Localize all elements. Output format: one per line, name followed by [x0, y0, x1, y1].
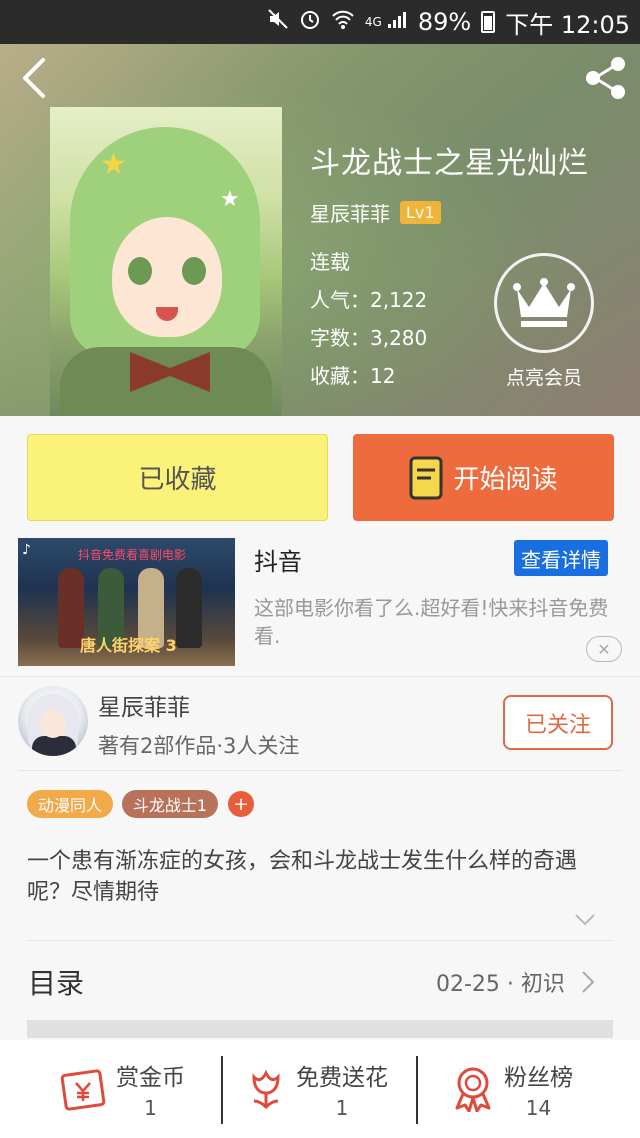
reward-coin-count: 1	[144, 1096, 157, 1120]
section-separator	[27, 1020, 613, 1038]
popularity: 人气：2,122	[310, 288, 428, 312]
add-tag-button[interactable]: +	[228, 791, 254, 817]
fan-ranking-button[interactable]: 粉丝榜 14	[452, 1040, 573, 1138]
reward-coin-label: 赏金币	[116, 1065, 185, 1091]
author-block-name[interactable]: 星辰菲菲	[98, 688, 190, 722]
ad-detail-button[interactable]: 查看详情	[514, 540, 608, 576]
start-reading-button[interactable]: 开始阅读	[353, 434, 614, 521]
book-title: 斗龙战士之星光灿烂	[310, 146, 589, 181]
divider	[416, 1056, 418, 1124]
favorite-count: 收藏：12	[310, 364, 396, 388]
fan-ranking-count: 14	[525, 1096, 552, 1120]
reward-coin-button[interactable]: 赏金币 1	[60, 1040, 185, 1138]
mute-icon	[267, 8, 289, 36]
start-reading-label: 开始阅读	[453, 465, 558, 495]
wifi-icon	[331, 8, 355, 36]
flower-icon	[252, 1069, 280, 1110]
signal-icon	[386, 8, 408, 36]
vip-label: 点亮会员	[505, 367, 582, 389]
tag-dragon-warrior[interactable]: 斗龙战士1	[122, 790, 218, 818]
vip-button[interactable]: 点亮会员	[494, 253, 594, 393]
back-button[interactable]	[14, 56, 54, 100]
toc-latest-chapter[interactable]: 02-25 · 初识	[436, 966, 565, 998]
network-type: 4G	[364, 15, 382, 29]
divider	[27, 940, 613, 941]
send-flower-button[interactable]: 免费送花 1	[246, 1040, 388, 1138]
toc-label[interactable]: 目录	[28, 962, 84, 1002]
divider	[0, 676, 640, 677]
battery-percent: 89%	[417, 8, 472, 36]
bottom-action-bar: 赏金币 1 免费送花 1 粉丝榜 14	[0, 1040, 640, 1138]
author-stats: 著有2部作品·3人关注	[98, 734, 300, 758]
status-bar: 4G 89% 下午 12:05	[0, 0, 640, 44]
author-line: 星辰菲菲 Lv1	[310, 198, 441, 227]
divider	[18, 770, 622, 771]
battery-icon	[481, 11, 496, 33]
chevron-left-icon	[23, 58, 45, 98]
level-badge: Lv1	[400, 201, 441, 224]
author-name[interactable]: 星辰菲菲	[310, 198, 390, 227]
ad-thumbnail[interactable]: ♪ 抖音免费看喜剧电影 唐人街探案 3	[18, 538, 235, 666]
fan-ranking-label: 粉丝榜	[504, 1065, 573, 1091]
ad-description: 这部电影你看了么.超好看!快来抖音免费看.	[254, 596, 609, 648]
ad-thumb-caption: 抖音免费看喜剧电影	[78, 548, 187, 562]
avatar[interactable]	[18, 686, 88, 756]
share-button[interactable]	[580, 54, 630, 102]
ad-close-button[interactable]: ✕	[586, 636, 622, 662]
envelope-yen-icon	[60, 1069, 106, 1111]
alarm-icon	[299, 8, 321, 36]
crown-icon	[494, 253, 594, 353]
divider	[221, 1056, 223, 1124]
synopsis: 一个患有渐冻症的女孩，会和斗龙战士发生什么样的奇遇呢？尽情期待	[27, 849, 578, 905]
close-icon: ✕	[597, 639, 611, 659]
follow-button[interactable]: 已关注	[503, 695, 613, 750]
word-count: 字数：3,280	[310, 326, 428, 350]
send-flower-count: 1	[335, 1096, 349, 1120]
book-icon	[409, 456, 443, 499]
clock: 下午 12:05	[505, 10, 630, 39]
ad-thumb-title: 唐人街探案 3	[80, 636, 177, 655]
ribbon-medal-icon	[455, 1067, 491, 1112]
serial-status: 连载	[310, 250, 350, 274]
chevron-down-icon[interactable]	[574, 912, 596, 926]
collected-label: 已收藏	[138, 465, 217, 495]
share-icon	[586, 57, 625, 99]
chevron-right-icon[interactable]	[580, 968, 596, 996]
send-flower-label: 免费送花	[296, 1065, 388, 1091]
book-cover-image: ★ ★	[50, 107, 282, 416]
collected-button[interactable]: 已收藏	[27, 434, 328, 521]
tiktok-icon: ♪	[22, 542, 31, 558]
ad-title: 抖音	[254, 548, 302, 576]
tag-anime-fanfic[interactable]: 动漫同人	[27, 790, 113, 818]
